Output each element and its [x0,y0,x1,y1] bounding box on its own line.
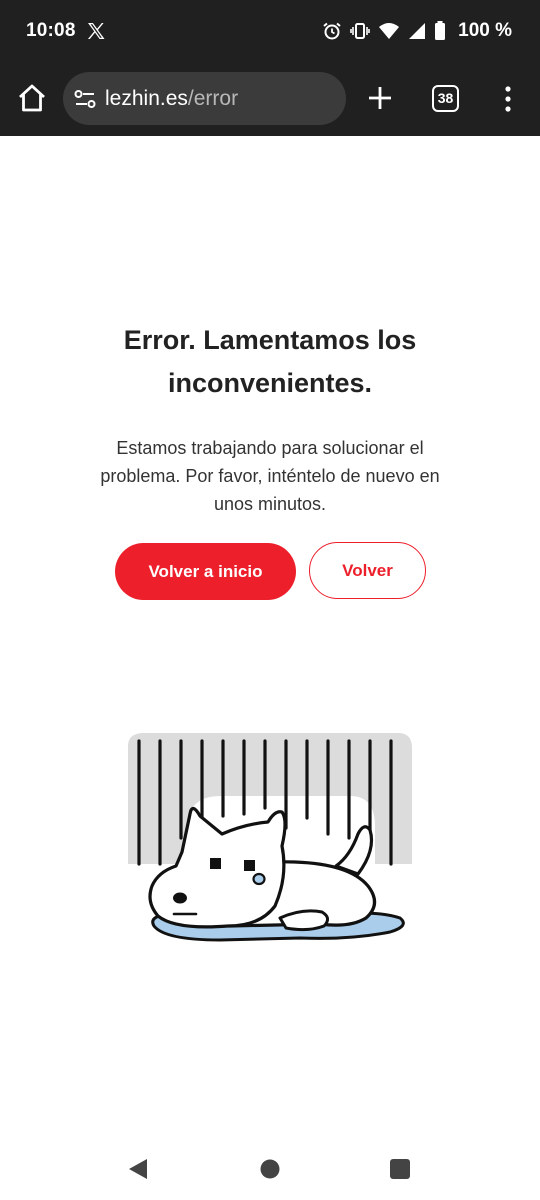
back-triangle-icon[interactable] [127,1158,149,1180]
home-circle-icon[interactable] [259,1158,281,1180]
more-vert-icon[interactable] [498,84,518,114]
status-time: 10:08 [26,20,76,41]
battery-icon [435,21,446,40]
alarm-icon [323,22,341,40]
browser-toolbar: lezhin.es/error 38 [0,62,540,136]
dog-nose [173,892,187,904]
dog-eye-right [244,860,255,871]
back-button[interactable]: Volver [309,542,426,599]
vibrate-icon [350,23,370,39]
recents-square-icon[interactable] [389,1158,411,1180]
wifi-icon [379,23,400,39]
url-text[interactable]: lezhin.es/error [105,86,238,112]
back-to-home-button[interactable]: Volver a inicio [115,543,296,600]
sad-dog-in-rain-illustration [128,733,412,942]
tab-switcher-button[interactable]: 38 [432,85,459,112]
url-path: /error [187,87,239,110]
address-bar[interactable]: lezhin.es/error [63,72,346,125]
x-logo-icon [88,23,105,39]
battery-percentage: 100 % [458,20,512,41]
signal-icon [409,23,426,39]
dog-tear [252,872,266,886]
home-icon[interactable] [14,80,50,116]
dog-paw [278,909,329,932]
system-nav-bar [0,1140,540,1200]
status-icons: 100 % [322,18,512,44]
plus-icon[interactable] [366,84,394,112]
dog-eye-left [210,858,221,869]
error-message: Estamos trabajando para solucionar el pr… [100,438,440,514]
site-settings-icon[interactable] [74,88,96,110]
url-domain: lezhin.es [105,87,188,110]
status-bar: 10:08 100 % [0,0,540,62]
dog-tail [334,825,374,876]
error-title: Error. Lamentamos los inconvenientes. [123,325,417,398]
page-content: Error. Lamentamos los inconvenientes. Es… [0,136,540,1140]
